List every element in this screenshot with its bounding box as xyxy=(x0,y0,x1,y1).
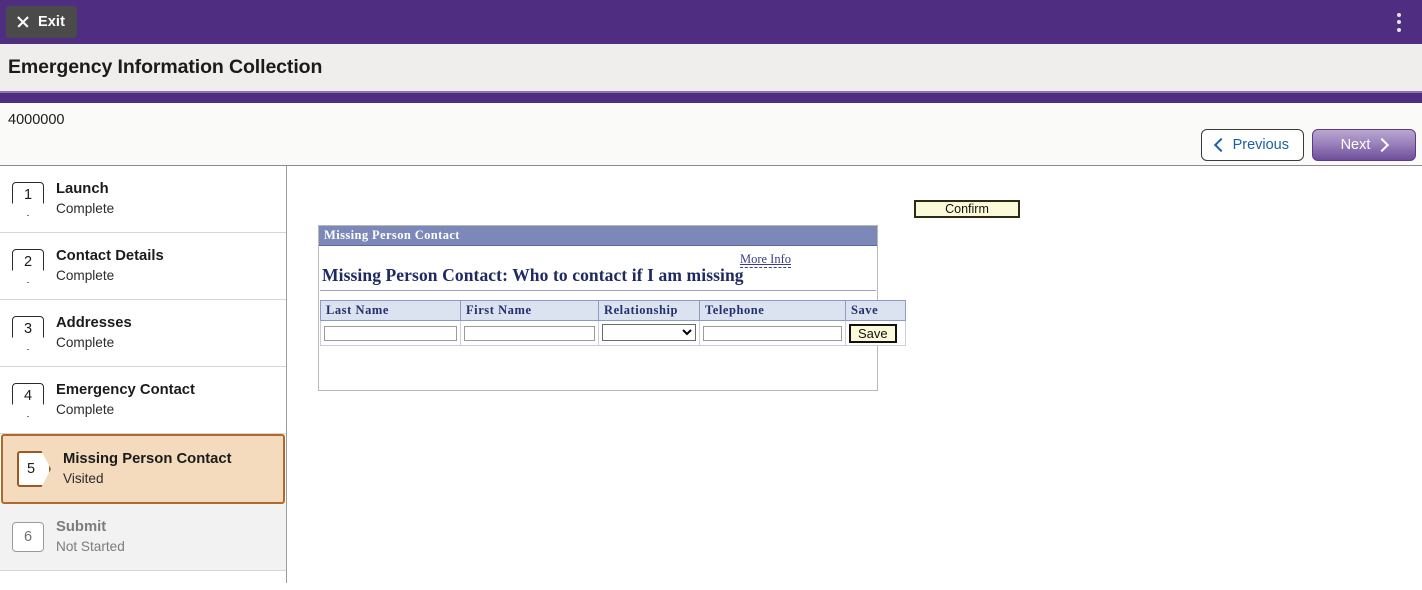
column-header-save: Save xyxy=(845,300,906,321)
chevron-left-icon xyxy=(1213,137,1228,153)
previous-button[interactable]: Previous xyxy=(1200,129,1304,161)
exit-button[interactable]: Exit xyxy=(6,6,77,38)
step-number-badge: 3 xyxy=(12,316,44,350)
cell-first-name xyxy=(460,320,599,346)
step-title: Launch xyxy=(56,181,109,198)
page-title-band: Emergency Information Collection xyxy=(0,44,1422,91)
sidebar-step-submit[interactable]: 6 Submit Not Started xyxy=(0,504,286,571)
step-text: Addresses Complete xyxy=(56,314,132,351)
kebab-dot xyxy=(1397,20,1401,24)
cell-last-name xyxy=(320,320,461,346)
sidebar-step-launch[interactable]: 1 Launch Complete xyxy=(0,166,286,233)
sidebar-step-missing-person-contact[interactable]: 5 Missing Person Contact Visited xyxy=(1,434,285,504)
step-number: 3 xyxy=(23,321,33,337)
column-header-telephone: Telephone xyxy=(699,300,846,321)
contacts-table: Last Name First Name Relationship Teleph… xyxy=(320,300,906,346)
panel-spacer xyxy=(319,346,877,390)
sidebar-step-contact-details[interactable]: 2 Contact Details Complete xyxy=(0,233,286,300)
kebab-dot xyxy=(1397,27,1401,32)
step-text: Launch Complete xyxy=(56,180,114,217)
next-button-label: Next xyxy=(1340,137,1371,153)
more-info-link[interactable]: More Info xyxy=(739,252,791,269)
column-header-relationship: Relationship xyxy=(598,300,700,321)
step-title: Submit xyxy=(56,519,107,536)
top-bar: Exit xyxy=(0,0,1422,44)
step-status: Complete xyxy=(56,401,115,417)
kebab-menu-icon[interactable] xyxy=(1390,10,1408,34)
step-number-badge: 5 xyxy=(17,451,51,487)
cell-save: Save xyxy=(845,320,906,346)
step-number-badge: 2 xyxy=(12,249,44,283)
close-icon xyxy=(16,15,30,29)
step-title: Contact Details xyxy=(56,248,164,265)
wizard-sidebar: 1 Launch Complete 2 Contact Details Comp… xyxy=(0,166,287,583)
exit-button-label: Exit xyxy=(38,14,65,30)
sidebar-step-emergency-contact[interactable]: 4 Emergency Contact Complete xyxy=(0,367,286,434)
content-area: Confirm Missing Person Contact More Info… xyxy=(287,166,1422,583)
cell-telephone xyxy=(699,320,846,346)
purple-divider xyxy=(0,91,1422,103)
step-number-badge: 1 xyxy=(12,182,44,216)
first-name-input[interactable] xyxy=(464,325,595,341)
step-number: 1 xyxy=(23,187,33,203)
missing-person-contact-panel: Missing Person Contact More Info Missing… xyxy=(318,225,906,391)
save-button[interactable]: Save xyxy=(849,323,897,343)
more-info-row: More Info xyxy=(319,246,877,269)
relationship-select[interactable] xyxy=(602,324,696,341)
step-number: 4 xyxy=(23,388,33,404)
panel-header: Missing Person Contact xyxy=(319,226,877,246)
kebab-dot xyxy=(1397,12,1401,17)
step-text: Contact Details Complete xyxy=(56,247,164,284)
table-row: Save xyxy=(320,320,906,346)
next-button[interactable]: Next xyxy=(1312,129,1416,161)
page-title: Emergency Information Collection xyxy=(8,56,323,78)
telephone-input[interactable] xyxy=(703,325,842,341)
previous-button-label: Previous xyxy=(1232,137,1289,153)
step-title: Emergency Contact xyxy=(56,382,195,399)
sidebar-step-addresses[interactable]: 3 Addresses Complete xyxy=(0,300,286,367)
cell-relationship xyxy=(598,320,700,346)
table-header-row: Last Name First Name Relationship Teleph… xyxy=(320,300,906,321)
confirm-button[interactable]: Confirm xyxy=(914,200,1020,218)
panel-section-title: Missing Person Contact: Who to contact i… xyxy=(320,264,876,291)
step-number-badge: 6 xyxy=(12,522,44,552)
main-area: 1 Launch Complete 2 Contact Details Comp… xyxy=(0,166,1422,583)
step-text: Submit Not Started xyxy=(56,518,125,555)
panel-body: More Info Missing Person Contact: Who to… xyxy=(319,246,906,390)
step-number: 6 xyxy=(23,529,33,545)
step-number: 2 xyxy=(23,254,33,270)
wizard-nav-buttons: Previous Next xyxy=(1200,129,1416,161)
record-strip: 4000000 Previous Next xyxy=(0,103,1422,165)
step-number-badge: 4 xyxy=(12,383,44,417)
last-name-input[interactable] xyxy=(324,325,457,341)
step-status: Complete xyxy=(56,334,115,350)
step-status: Complete xyxy=(56,267,115,283)
step-number: 5 xyxy=(26,461,36,477)
step-title: Addresses xyxy=(56,315,132,332)
step-title: Missing Person Contact xyxy=(63,451,232,468)
record-id: 4000000 xyxy=(8,112,65,128)
column-header-last-name: Last Name xyxy=(320,300,461,321)
column-header-first-name: First Name xyxy=(460,300,599,321)
step-text: Missing Person Contact Visited xyxy=(63,450,232,487)
step-status: Visited xyxy=(63,470,104,486)
chevron-right-icon xyxy=(1375,137,1390,153)
step-status: Complete xyxy=(56,200,115,216)
step-status: Not Started xyxy=(56,538,125,554)
step-text: Emergency Contact Complete xyxy=(56,381,195,418)
